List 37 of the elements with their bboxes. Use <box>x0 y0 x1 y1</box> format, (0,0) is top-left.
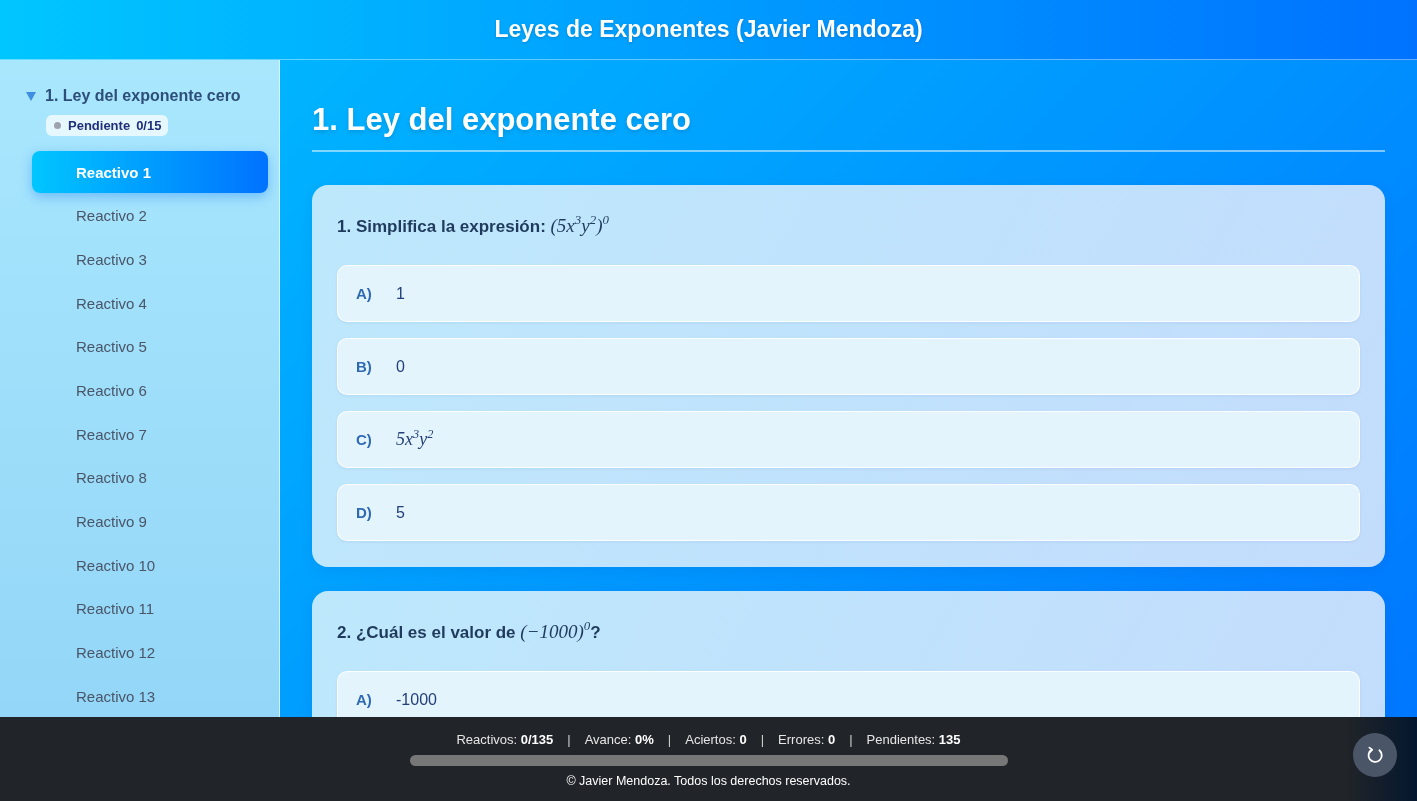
section-heading: 1. Ley del exponente cero <box>312 100 1385 152</box>
stat-text: Reactivos: 0/135 <box>456 732 554 748</box>
section-toggle[interactable]: 1. Ley del exponente cero <box>26 86 241 106</box>
refresh-button[interactable] <box>1353 733 1397 777</box>
question-text: 2. ¿Cuál es el valor de (−1000)$^{0}$? <box>337 619 602 644</box>
answer-option[interactable]: A) 1 <box>337 265 1360 322</box>
stat-separator: | <box>667 732 672 748</box>
stat-separator: | <box>760 732 765 748</box>
stat-separator: | <box>849 732 853 748</box>
stat-text: Pendientes: 135 <box>866 732 961 748</box>
stat-text: Aciertos: 0 <box>685 732 747 748</box>
app-title: Leyes de Exponentes (Javier Mendoza) <box>494 14 923 44</box>
sidebar-item[interactable]: Reactivo 9 <box>32 500 268 543</box>
answer-option[interactable]: D) 5 <box>337 484 1360 541</box>
sidebar-item[interactable]: Reactivo 10 <box>32 544 268 587</box>
refresh-icon <box>1365 745 1385 765</box>
sidebar-item[interactable]: Reactivo 11 <box>32 587 268 630</box>
stat-text: Errores: 0 <box>778 732 836 748</box>
stat-text: Avance: 0% <box>584 732 654 748</box>
sidebar-item[interactable]: Reactivo 2 <box>32 194 268 237</box>
sidebar-item[interactable]: Reactivo 8 <box>32 456 268 499</box>
sidebar-item[interactable]: Reactivo 1 <box>32 151 268 193</box>
count-text: 0/15 <box>136 118 162 133</box>
sidebar-item[interactable]: Reactivo 13 <box>32 675 268 717</box>
sidebar-item[interactable]: Reactivo 5 <box>32 325 268 368</box>
sidebar-item[interactable]: Reactivo 12 <box>32 631 268 674</box>
sidebar-item[interactable]: Reactivo 3 <box>32 238 268 281</box>
question-text: 1. Simplifica la expresión: (5x$^{3}$y$^{2}$)$^{0}$ <box>337 213 610 238</box>
answer-option[interactable]: B) 0 <box>337 338 1360 395</box>
stat-separator: | <box>567 732 571 748</box>
status-text: Pendiente <box>68 118 131 133</box>
sidebar-item[interactable]: Reactivo 7 <box>32 413 268 456</box>
sidebar-item[interactable]: Reactivo 4 <box>32 282 268 325</box>
copyright-text: © Javier Mendoza. Todos los derechos reservados. <box>566 773 851 789</box>
answer-option[interactable]: A) -1000 <box>337 671 1360 717</box>
answer-option[interactable]: C) 5x$^{3}$y$^{2}$ <box>337 411 1360 468</box>
sidebar-item[interactable]: Reactivo 6 <box>32 369 268 412</box>
